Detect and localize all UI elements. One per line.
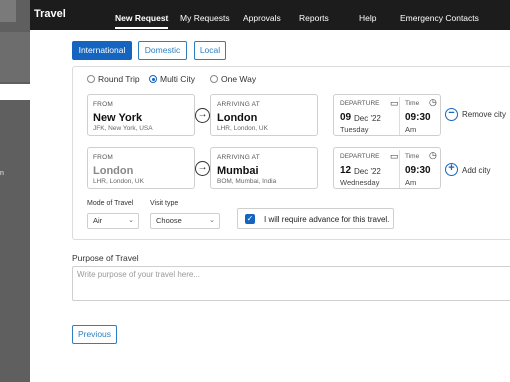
calendar-icon: ▭	[390, 98, 399, 108]
top-navigation: Travel New Request My Requests Approvals…	[30, 0, 510, 30]
from-city: London	[93, 165, 134, 177]
to-city: London	[217, 112, 258, 124]
to-label: ARRIVING AT	[217, 101, 260, 108]
checkbox-checked-icon[interactable]: ✓	[245, 214, 255, 224]
visit-type-select[interactable]: Choose ⌄	[150, 213, 220, 229]
purpose-label: Purpose of Travel	[72, 253, 139, 263]
radio-label: One Way	[221, 74, 257, 84]
add-city-icon[interactable]: +	[445, 163, 458, 176]
departure-label: DEPARTURE	[340, 100, 380, 107]
left-sidebar: n	[0, 0, 30, 382]
departure-day: 09	[340, 112, 352, 123]
departure-ampm: Am	[405, 125, 417, 134]
nav-help[interactable]: Help	[359, 13, 376, 23]
to-label: ARRIVING AT	[217, 154, 260, 161]
sidebar-block[interactable]	[0, 0, 16, 22]
remove-city-icon[interactable]: −	[445, 108, 458, 121]
mode-of-travel-value: Air	[93, 216, 103, 225]
visit-type-value: Choose	[156, 216, 182, 225]
departure-month: Dec '22	[354, 114, 381, 123]
to-sub: BOM, Mumbai, India	[217, 178, 277, 185]
to-sub: LHR, London, UK	[217, 125, 268, 132]
nav-emergency-contacts[interactable]: Emergency Contacts	[400, 13, 479, 23]
remove-city-label[interactable]: Remove city	[462, 110, 506, 119]
chevron-down-icon: ⌄	[128, 217, 134, 224]
to-field-1[interactable]: ARRIVING AT London LHR, London, UK	[210, 94, 318, 136]
to-field-2[interactable]: ARRIVING AT Mumbai BOM, Mumbai, India	[210, 147, 318, 189]
departure-field-2[interactable]: DEPARTURE ▭ Time ◷ 12 Dec '22 Wednesday …	[333, 147, 441, 189]
visit-type-label: Visit type	[150, 200, 179, 207]
radio-round-trip[interactable]: Round Trip	[87, 74, 140, 84]
swap-arrow-icon[interactable]: →	[195, 108, 210, 123]
from-field-2[interactable]: FROM London LHR, London, UK	[87, 147, 195, 189]
clock-icon: ◷	[429, 150, 437, 160]
radio-label: Multi City	[160, 74, 195, 84]
departure-weekday: Tuesday	[340, 125, 369, 134]
from-label: FROM	[93, 154, 113, 161]
radio-circle	[210, 75, 218, 83]
tab-domestic[interactable]: Domestic	[138, 41, 187, 60]
radio-circle	[87, 75, 95, 83]
previous-button[interactable]: Previous	[72, 325, 117, 344]
divider	[399, 97, 400, 135]
tab-international[interactable]: International	[72, 41, 132, 60]
nav-my-requests[interactable]: My Requests	[180, 13, 230, 23]
from-label: FROM	[93, 101, 113, 108]
mode-of-travel-select[interactable]: Air ⌄	[87, 213, 139, 229]
from-sub: LHR, London, UK	[93, 178, 144, 185]
nav-reports[interactable]: Reports	[299, 13, 329, 23]
departure-month: Dec '22	[354, 167, 381, 176]
from-sub: JFK, New York, USA	[93, 125, 153, 132]
purpose-textarea[interactable]	[72, 266, 510, 301]
radio-label: Round Trip	[98, 74, 140, 84]
sidebar-gap	[0, 84, 30, 100]
chevron-down-icon: ⌄	[209, 217, 215, 224]
swap-arrow-icon[interactable]: →	[195, 161, 210, 176]
radio-multi-city[interactable]: Multi City	[149, 74, 195, 84]
calendar-icon: ▭	[390, 151, 399, 161]
nav-new-request[interactable]: New Request	[115, 13, 169, 29]
app-title: Travel	[34, 8, 66, 20]
departure-weekday: Wednesday	[340, 178, 380, 187]
departure-label: DEPARTURE	[340, 153, 380, 160]
to-city: Mumbai	[217, 165, 259, 177]
departure-ampm: Am	[405, 178, 417, 187]
tab-local[interactable]: Local	[194, 41, 226, 60]
advance-label: I will require advance for this travel.	[264, 215, 390, 224]
sidebar-fragment-text: n	[0, 170, 4, 177]
add-city-label[interactable]: Add city	[462, 166, 490, 175]
clock-icon: ◷	[429, 97, 437, 107]
departure-time: 09:30	[405, 112, 431, 123]
time-label: Time	[405, 100, 420, 107]
divider	[399, 150, 400, 188]
departure-time: 09:30	[405, 165, 431, 176]
departure-day: 12	[340, 165, 352, 176]
radio-one-way[interactable]: One Way	[210, 74, 256, 84]
from-field-1[interactable]: FROM New York JFK, New York, USA	[87, 94, 195, 136]
nav-approvals[interactable]: Approvals	[243, 13, 281, 23]
mode-of-travel-label: Mode of Travel	[87, 200, 134, 207]
departure-field-1[interactable]: DEPARTURE ▭ Time ◷ 09 Dec '22 Tuesday 09…	[333, 94, 441, 136]
radio-circle-selected	[149, 75, 157, 83]
time-label: Time	[405, 153, 420, 160]
advance-checkbox-field[interactable]: ✓ I will require advance for this travel…	[237, 208, 394, 229]
sidebar-block-selected[interactable]	[0, 32, 30, 82]
from-city: New York	[93, 112, 143, 124]
